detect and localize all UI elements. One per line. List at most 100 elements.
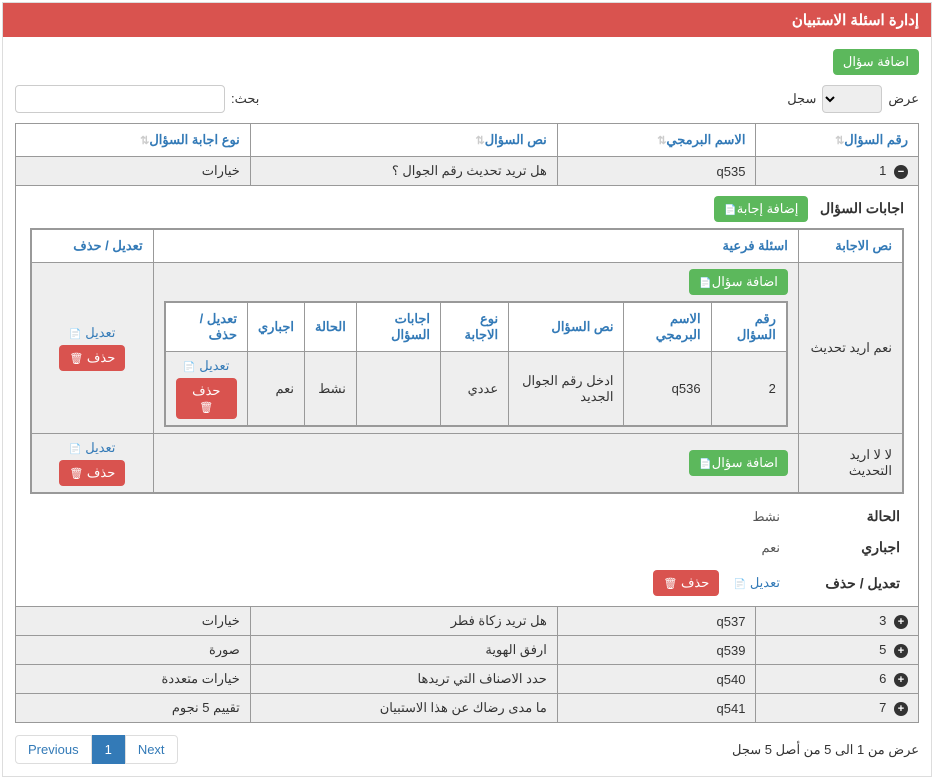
required-label: اجباري — [800, 539, 900, 556]
document-icon — [69, 328, 81, 340]
answer-row: نعم اريد تحديث اضافة سؤال رقم السؤال الا — [31, 263, 903, 434]
col-answer-text: نص الاجابة — [798, 229, 903, 263]
expand-icon[interactable]: + — [894, 702, 908, 716]
delete-button[interactable]: حذف — [176, 378, 237, 419]
pagination: Previous 1 Next — [15, 735, 178, 764]
scol-qans: اجابات السؤال — [356, 302, 440, 352]
expand-icon[interactable]: + — [894, 644, 908, 658]
col-answer-type[interactable]: نوع اجابة السؤال⇅ — [16, 124, 251, 157]
add-subquestion-button[interactable]: اضافة سؤال — [689, 269, 788, 295]
sub-questions-table: رقم السؤال الاسم البرمجي نص السؤال نوع ا… — [164, 301, 788, 427]
cell-qno: 1 — [879, 163, 886, 178]
table-row: + 3 q537 هل تريد زكاة فطر خيارات — [16, 607, 919, 636]
cell-code: q540 — [557, 665, 756, 694]
status-row: الحالة نشط — [30, 508, 904, 525]
answers-title: اجابات السؤال — [820, 200, 904, 217]
edit-link[interactable]: تعديل — [183, 358, 229, 374]
cell-code: q541 — [557, 694, 756, 723]
questions-table: رقم السؤال⇅ الاسم البرمجي⇅ نص السؤال⇅ نو… — [15, 123, 919, 723]
page-size-select[interactable] — [822, 85, 882, 113]
table-row: + 7 q541 ما مدى رضاك عن هذا الاستبيان تق… — [16, 694, 919, 723]
document-icon — [724, 201, 736, 216]
edit-link[interactable]: تعديل — [734, 575, 780, 590]
cell-type: صورة — [16, 636, 251, 665]
detail-row: اجابات السؤال إضافة إجابة نص الاجابة اسئ… — [16, 186, 919, 607]
trash-icon — [69, 465, 83, 480]
cell-qno: 5 — [879, 642, 886, 657]
document-icon — [69, 443, 81, 455]
cell-text: حدد الاصناف التي تريدها — [250, 665, 557, 694]
delete-button[interactable]: حذف — [59, 345, 125, 371]
scol-req: اجباري — [248, 302, 305, 352]
table-header-row: رقم السؤال⇅ الاسم البرمجي⇅ نص السؤال⇅ نو… — [16, 124, 919, 157]
scol-code: الاسم البرمجي — [624, 302, 711, 352]
edit-link[interactable]: تعديل — [69, 440, 115, 456]
cell-code: q535 — [557, 157, 756, 186]
add-answer-button[interactable]: إضافة إجابة — [714, 196, 808, 222]
add-subquestion-button[interactable]: اضافة سؤال — [689, 450, 788, 476]
edit-delete-label: تعديل / حذف — [800, 575, 900, 592]
search-input[interactable] — [15, 85, 225, 113]
cell-type: خيارات متعددة — [16, 665, 251, 694]
edit-delete-row: تعديل / حذف تعديل حذف — [30, 570, 904, 596]
status-label: الحالة — [800, 508, 900, 525]
table-row: + 5 q539 ارفق الهوية صورة — [16, 636, 919, 665]
sort-icon: ⇅ — [140, 135, 149, 147]
page-1-button[interactable]: 1 — [92, 735, 125, 764]
col-edit-delete: تعديل / حذف — [31, 229, 153, 263]
scell-qans — [356, 352, 440, 427]
cell-type: خيارات — [16, 157, 251, 186]
cell-text: ارفق الهوية — [250, 636, 557, 665]
sort-icon: ⇅ — [475, 135, 484, 147]
add-question-button[interactable]: اضافة سؤال — [833, 49, 919, 75]
scol-qno: رقم السؤال — [711, 302, 787, 352]
cell-type: خيارات — [16, 607, 251, 636]
search-label: بحث: — [231, 91, 259, 107]
table-row: − 1 q535 هل تريد تحديث رقم الجوال ؟ خيار… — [16, 157, 919, 186]
previous-button[interactable]: Previous — [15, 735, 92, 764]
col-sub-questions: اسئلة فرعية — [153, 229, 798, 263]
required-row: اجباري نعم — [30, 539, 904, 556]
panel-title: إدارة اسئلة الاستبيان — [3, 3, 931, 37]
answer-text-cell: نعم اريد تحديث — [798, 263, 903, 434]
col-text[interactable]: نص السؤال⇅ — [250, 124, 557, 157]
scell-atype: عددي — [441, 352, 509, 427]
expand-icon[interactable]: + — [894, 615, 908, 629]
table-toolbar: عرض سجل بحث: — [15, 85, 919, 113]
next-button[interactable]: Next — [125, 735, 178, 764]
answer-text-cell: لا لا اريد التحديث — [798, 434, 903, 494]
delete-button[interactable]: حذف — [653, 570, 719, 596]
cell-text: هل تريد تحديث رقم الجوال ؟ — [250, 157, 557, 186]
scell-text: ادخل رقم الجوال الجديد — [509, 352, 624, 427]
scol-atype: نوع الاجابة — [441, 302, 509, 352]
survey-questions-panel: إدارة اسئلة الاستبيان اضافة سؤال عرض سجل… — [2, 2, 932, 777]
document-icon — [734, 578, 746, 590]
document-icon — [183, 361, 195, 373]
trash-icon — [69, 350, 83, 365]
cell-type: تقييم 5 نجوم — [16, 694, 251, 723]
show-label: عرض — [888, 91, 919, 107]
cell-text: هل تريد زكاة فطر — [250, 607, 557, 636]
col-code[interactable]: الاسم البرمجي⇅ — [557, 124, 756, 157]
cell-qno: 6 — [879, 671, 886, 686]
scol-ed: تعديل / حذف — [165, 302, 248, 352]
table-footer: عرض من 1 الى 5 من أصل 5 سجل Previous 1 N… — [15, 735, 919, 764]
status-value: نشط — [752, 509, 780, 525]
cell-qno: 7 — [879, 700, 886, 715]
required-value: نعم — [761, 540, 780, 556]
document-icon — [699, 274, 711, 289]
collapse-icon[interactable]: − — [894, 165, 908, 179]
sort-icon: ⇅ — [835, 135, 844, 147]
answers-table: نص الاجابة اسئلة فرعية تعديل / حذف نعم ا… — [30, 228, 904, 494]
col-question-no[interactable]: رقم السؤال⇅ — [756, 124, 919, 157]
scell-status: نشط — [305, 352, 357, 427]
scell-code: q536 — [624, 352, 711, 427]
expand-icon[interactable]: + — [894, 673, 908, 687]
records-info: عرض من 1 الى 5 من أصل 5 سجل — [732, 742, 919, 758]
edit-link[interactable]: تعديل — [69, 325, 115, 341]
answer-row: لا لا اريد التحديث اضافة سؤال تعديل حذف — [31, 434, 903, 494]
trash-icon — [663, 575, 677, 590]
trash-icon — [199, 399, 213, 414]
delete-button[interactable]: حذف — [59, 460, 125, 486]
cell-qno: 3 — [879, 613, 886, 628]
